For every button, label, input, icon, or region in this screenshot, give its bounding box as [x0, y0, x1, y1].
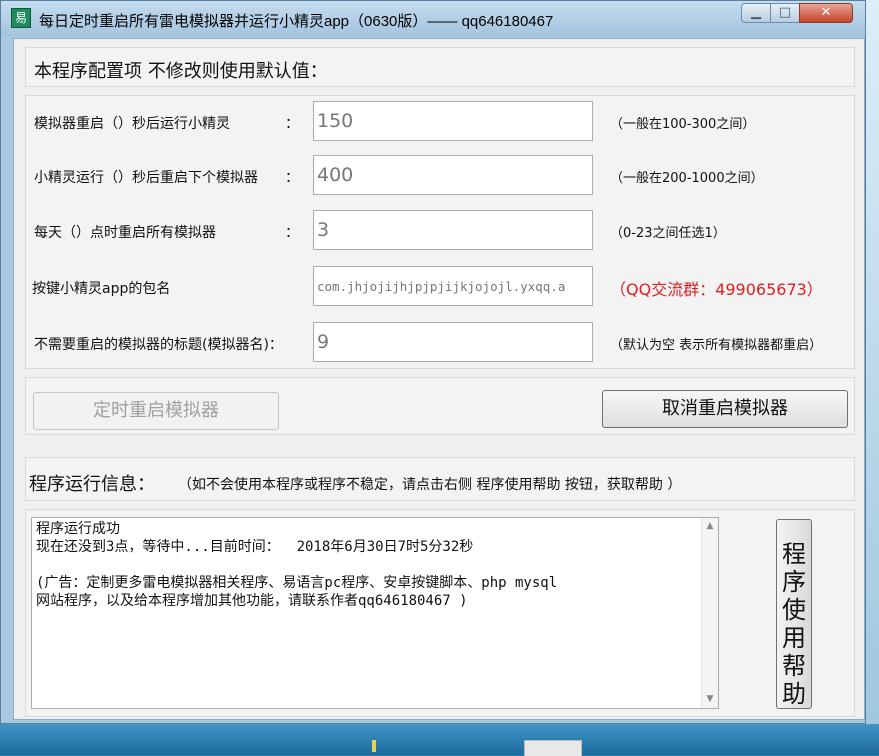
- info-header: 程序运行信息：: [29, 474, 155, 495]
- restart-hour-hint: （0-23之间任选1）: [610, 226, 726, 241]
- config-header-panel: 本程序配置项 不修改则使用默认值：: [25, 47, 855, 87]
- log-textbox[interactable]: 程序运行成功 现在还没到3点，等待中...目前时间： 2018年6月30日7时5…: [31, 517, 719, 709]
- minimize-button[interactable]: ▁: [741, 3, 771, 23]
- run-duration-input[interactable]: [313, 155, 593, 195]
- restart-delay-colon: ：: [285, 116, 299, 132]
- client-area: 本程序配置项 不修改则使用默认值： 模拟器重启（）秒后运行小精灵 ： （一般在1…: [13, 38, 865, 720]
- run-duration-hint: （一般在200-1000之间）: [610, 171, 764, 186]
- run-duration-colon: ：: [285, 170, 299, 186]
- schedule-restart-button[interactable]: 定时重启模拟器: [33, 392, 279, 430]
- desktop-icon[interactable]: [524, 740, 582, 756]
- exclude-emulator-hint: （默认为空 表示所有模拟器都重启）: [610, 338, 823, 353]
- cancel-restart-button[interactable]: 取消重启模拟器: [602, 390, 848, 428]
- restart-delay-input[interactable]: [313, 101, 593, 141]
- close-icon: ✕: [820, 5, 832, 20]
- info-header-panel: 程序运行信息： （如不会使用本程序或程序不稳定，请点击右侧 程序使用帮助 按钮，…: [25, 457, 855, 501]
- restart-delay-label: 模拟器重启（）秒后运行小精灵: [34, 116, 230, 132]
- restart-hour-label: 每天（）点时重启所有模拟器: [34, 225, 216, 241]
- main-window: 易 每日定时重启所有雷电模拟器并运行小精灵app（0630版）—— qq6461…: [0, 0, 866, 724]
- restart-hour-colon: ：: [285, 225, 299, 241]
- maximize-button[interactable]: □: [770, 3, 800, 23]
- desktop-background: [866, 0, 879, 755]
- taskbar-marker: [372, 740, 376, 752]
- minimize-icon: ▁: [751, 5, 761, 20]
- qq-group-hint: （QQ交流群：499065673）: [610, 280, 823, 299]
- run-duration-label: 小精灵运行（）秒后重启下个模拟器: [34, 170, 258, 186]
- maximize-icon: □: [778, 5, 792, 20]
- title-bar[interactable]: 易 每日定时重启所有雷电模拟器并运行小精灵app（0630版）—— qq6461…: [1, 1, 865, 37]
- info-header-note: （如不会使用本程序或程序不稳定，请点击右侧 程序使用帮助 按钮，获取帮助 ）: [178, 477, 682, 493]
- window-title: 每日定时重启所有雷电模拟器并运行小精灵app（0630版）—— qq646180…: [39, 13, 554, 30]
- restart-delay-hint: （一般在100-300之间）: [610, 117, 756, 132]
- scroll-down-icon[interactable]: ▼: [702, 691, 718, 708]
- log-scrollbar[interactable]: ▲ ▼: [701, 518, 718, 708]
- config-header: 本程序配置项 不修改则使用默认值：: [34, 61, 328, 82]
- app-icon: 易: [11, 8, 31, 28]
- close-button[interactable]: ✕: [799, 3, 853, 23]
- log-text: 程序运行成功 现在还没到3点，等待中...目前时间： 2018年6月30日7时5…: [36, 521, 558, 609]
- package-name-input[interactable]: [313, 266, 593, 306]
- package-name-label: 按键小精灵app的包名: [32, 281, 171, 297]
- help-button[interactable]: 程序使用帮助: [776, 519, 812, 709]
- taskbar: [0, 724, 879, 755]
- exclude-emulator-input[interactable]: [313, 322, 593, 362]
- exclude-emulator-label: 不需要重启的模拟器的标题(模拟器名)：: [34, 337, 283, 353]
- restart-hour-input[interactable]: [313, 210, 593, 250]
- scroll-up-icon[interactable]: ▲: [702, 518, 718, 535]
